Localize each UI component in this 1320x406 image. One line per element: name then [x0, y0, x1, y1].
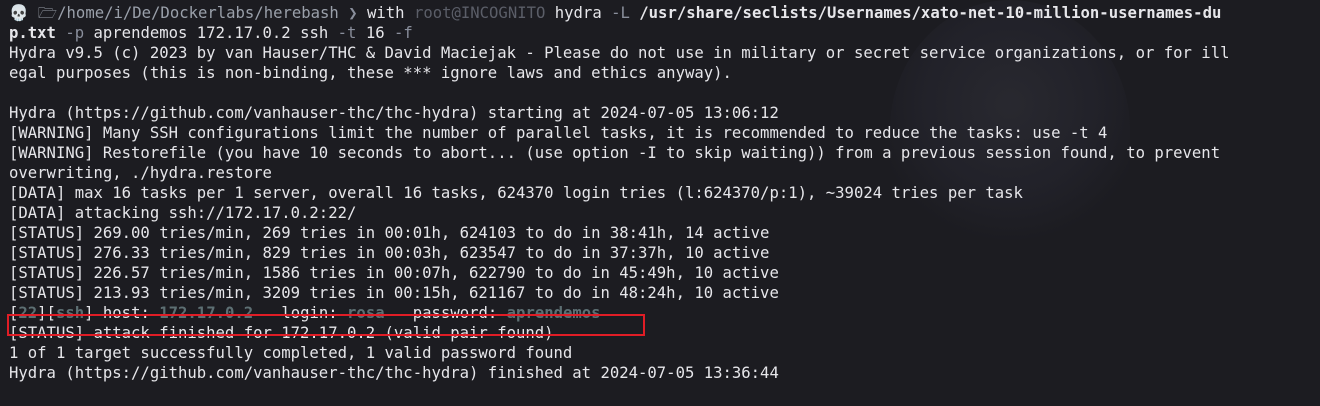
- warning-line-2: [WARNING] Restorefile (you have 10 secon…: [9, 144, 1221, 162]
- start-line: Hydra (https://github.com/vanhauser-thc/…: [9, 104, 779, 122]
- warning-line-2-cont: overwriting, ./hydra.restore: [9, 164, 272, 182]
- wordlist-path: /usr/share/seclists/Usernames/xato-net-1…: [639, 4, 1222, 22]
- prompt-separator: ❯: [348, 4, 358, 22]
- status-line-2: [STATUS] 276.33 tries/min, 829 tries in …: [9, 244, 770, 262]
- banner-line-2: egal purposes (this is non-binding, thes…: [9, 64, 732, 82]
- banner-line-1: Hydra v9.5 (c) 2023 by van Hauser/THC & …: [9, 44, 1230, 62]
- command-name: hydra: [554, 4, 602, 22]
- prompt-user-host: root@INCOGNITO: [413, 4, 546, 22]
- folder-icon: 🗁: [37, 4, 58, 22]
- flag-p: -p: [65, 24, 85, 42]
- prompt-path: /home/i/De/Dockerlabs/herebash: [57, 4, 339, 22]
- found-credentials-highlight: [7, 314, 645, 336]
- warning-line-1: [WARNING] Many SSH configurations limit …: [9, 124, 1108, 142]
- skull-icon: 💀: [9, 4, 29, 22]
- service-arg: ssh: [300, 24, 329, 42]
- status-line-4: [STATUS] 213.93 tries/min, 3209 tries in…: [9, 284, 779, 302]
- status-line-3: [STATUS] 226.57 tries/min, 1586 tries in…: [9, 264, 779, 282]
- command-line-1: 💀 🗁/home/i/De/Dockerlabs/herebash ❯ with…: [9, 3, 1316, 23]
- wordlist-path-cont: p.txt: [9, 24, 56, 42]
- flag-L: -L: [611, 4, 630, 22]
- prompt-with: with: [366, 4, 405, 22]
- command-line-2: p.txt -p aprendemos 172.17.0.2 ssh -t 16…: [9, 23, 1316, 43]
- finish-line: Hydra (https://github.com/vanhauser-thc/…: [9, 364, 779, 382]
- password-arg: aprendemos: [93, 24, 188, 42]
- data-line-1: [DATA] max 16 tasks per 1 server, overal…: [9, 184, 1023, 202]
- summary-line: 1 of 1 target successfully completed, 1 …: [9, 344, 573, 362]
- threads-arg: 16: [365, 24, 385, 42]
- target-arg: 172.17.0.2: [196, 24, 291, 42]
- data-line-2: [DATA] attacking ssh://172.17.0.2:22/: [9, 204, 357, 222]
- status-line-1: [STATUS] 269.00 tries/min, 269 tries in …: [9, 224, 770, 242]
- flag-t: -t: [337, 24, 357, 42]
- flag-f: -f: [393, 24, 413, 42]
